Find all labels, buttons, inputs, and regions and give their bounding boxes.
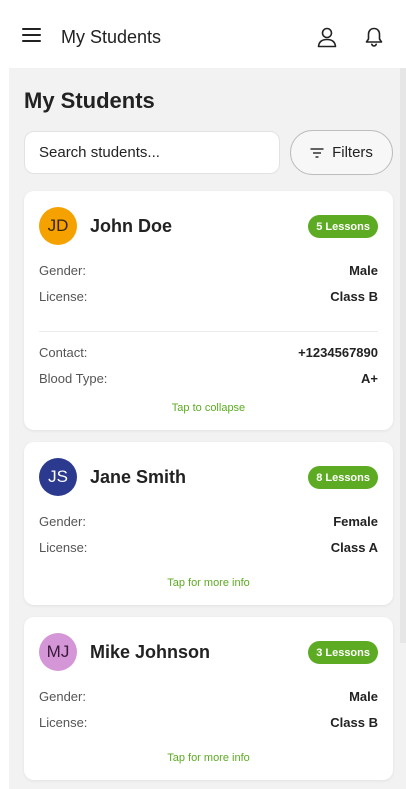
- gender-label: Gender:: [39, 689, 86, 704]
- gender-label: Gender:: [39, 263, 86, 278]
- menu-icon[interactable]: [22, 28, 41, 44]
- blood-type-row: Blood Type: A+: [39, 371, 378, 389]
- student-name: Jane Smith: [90, 467, 187, 487]
- blood-type-value: A+: [361, 371, 378, 386]
- license-value: Class B: [330, 715, 378, 730]
- license-row: License: Class B: [39, 289, 378, 307]
- collapse-hint[interactable]: Tap to collapse: [24, 402, 393, 414]
- user-icon[interactable]: [316, 26, 338, 48]
- avatar: JD: [39, 207, 77, 245]
- contact-value: +1234567890: [298, 345, 378, 360]
- gender-row: Gender: Male: [39, 263, 378, 281]
- lessons-badge: 3 Lessons: [308, 641, 378, 664]
- gender-row: Gender: Female: [39, 514, 378, 532]
- avatar: MJ: [39, 633, 77, 671]
- student-card[interactable]: JD John Doe 5 Lessons Gender: Male Licen…: [24, 191, 393, 430]
- license-value: Class B: [330, 289, 378, 304]
- app-bar-title: My Students: [61, 27, 162, 47]
- more-info-hint[interactable]: Tap for more info: [24, 752, 393, 764]
- scrollbar[interactable]: [400, 68, 406, 643]
- filters-button[interactable]: Filters: [290, 130, 393, 175]
- student-name: Mike Johnson: [90, 642, 211, 662]
- student-card[interactable]: JS Jane Smith 8 Lessons Gender: Female L…: [24, 442, 393, 605]
- license-row: License: Class A: [39, 540, 378, 558]
- gender-label: Gender:: [39, 514, 86, 529]
- main-content: My Students Filters JD John Doe 5 Lesson…: [9, 68, 406, 789]
- top-app-bar: My Students: [0, 0, 406, 68]
- license-value: Class A: [330, 540, 378, 555]
- filter-icon: [310, 147, 324, 158]
- license-row: License: Class B: [39, 715, 378, 733]
- gender-value: Female: [333, 514, 378, 529]
- divider: [39, 331, 378, 332]
- more-info-hint[interactable]: Tap for more info: [24, 577, 393, 589]
- student-name: John Doe: [90, 216, 173, 236]
- lessons-badge: 5 Lessons: [308, 215, 378, 238]
- gender-value: Male: [349, 689, 378, 704]
- avatar: JS: [39, 458, 77, 496]
- blood-type-label: Blood Type:: [39, 371, 108, 386]
- student-card[interactable]: MJ Mike Johnson 3 Lessons Gender: Male L…: [24, 617, 393, 780]
- lessons-badge: 8 Lessons: [308, 466, 378, 489]
- filters-label: Filters: [332, 144, 373, 161]
- license-label: License:: [39, 540, 88, 555]
- contact-label: Contact:: [39, 345, 88, 360]
- search-field[interactable]: [24, 131, 280, 174]
- gender-row: Gender: Male: [39, 689, 378, 707]
- gender-value: Male: [349, 263, 378, 278]
- page-title: My Students: [24, 88, 155, 113]
- contact-row: Contact: +1234567890: [39, 345, 378, 363]
- bell-icon[interactable]: [363, 26, 385, 48]
- search-input[interactable]: [37, 143, 267, 162]
- license-label: License:: [39, 715, 88, 730]
- license-label: License:: [39, 289, 88, 304]
